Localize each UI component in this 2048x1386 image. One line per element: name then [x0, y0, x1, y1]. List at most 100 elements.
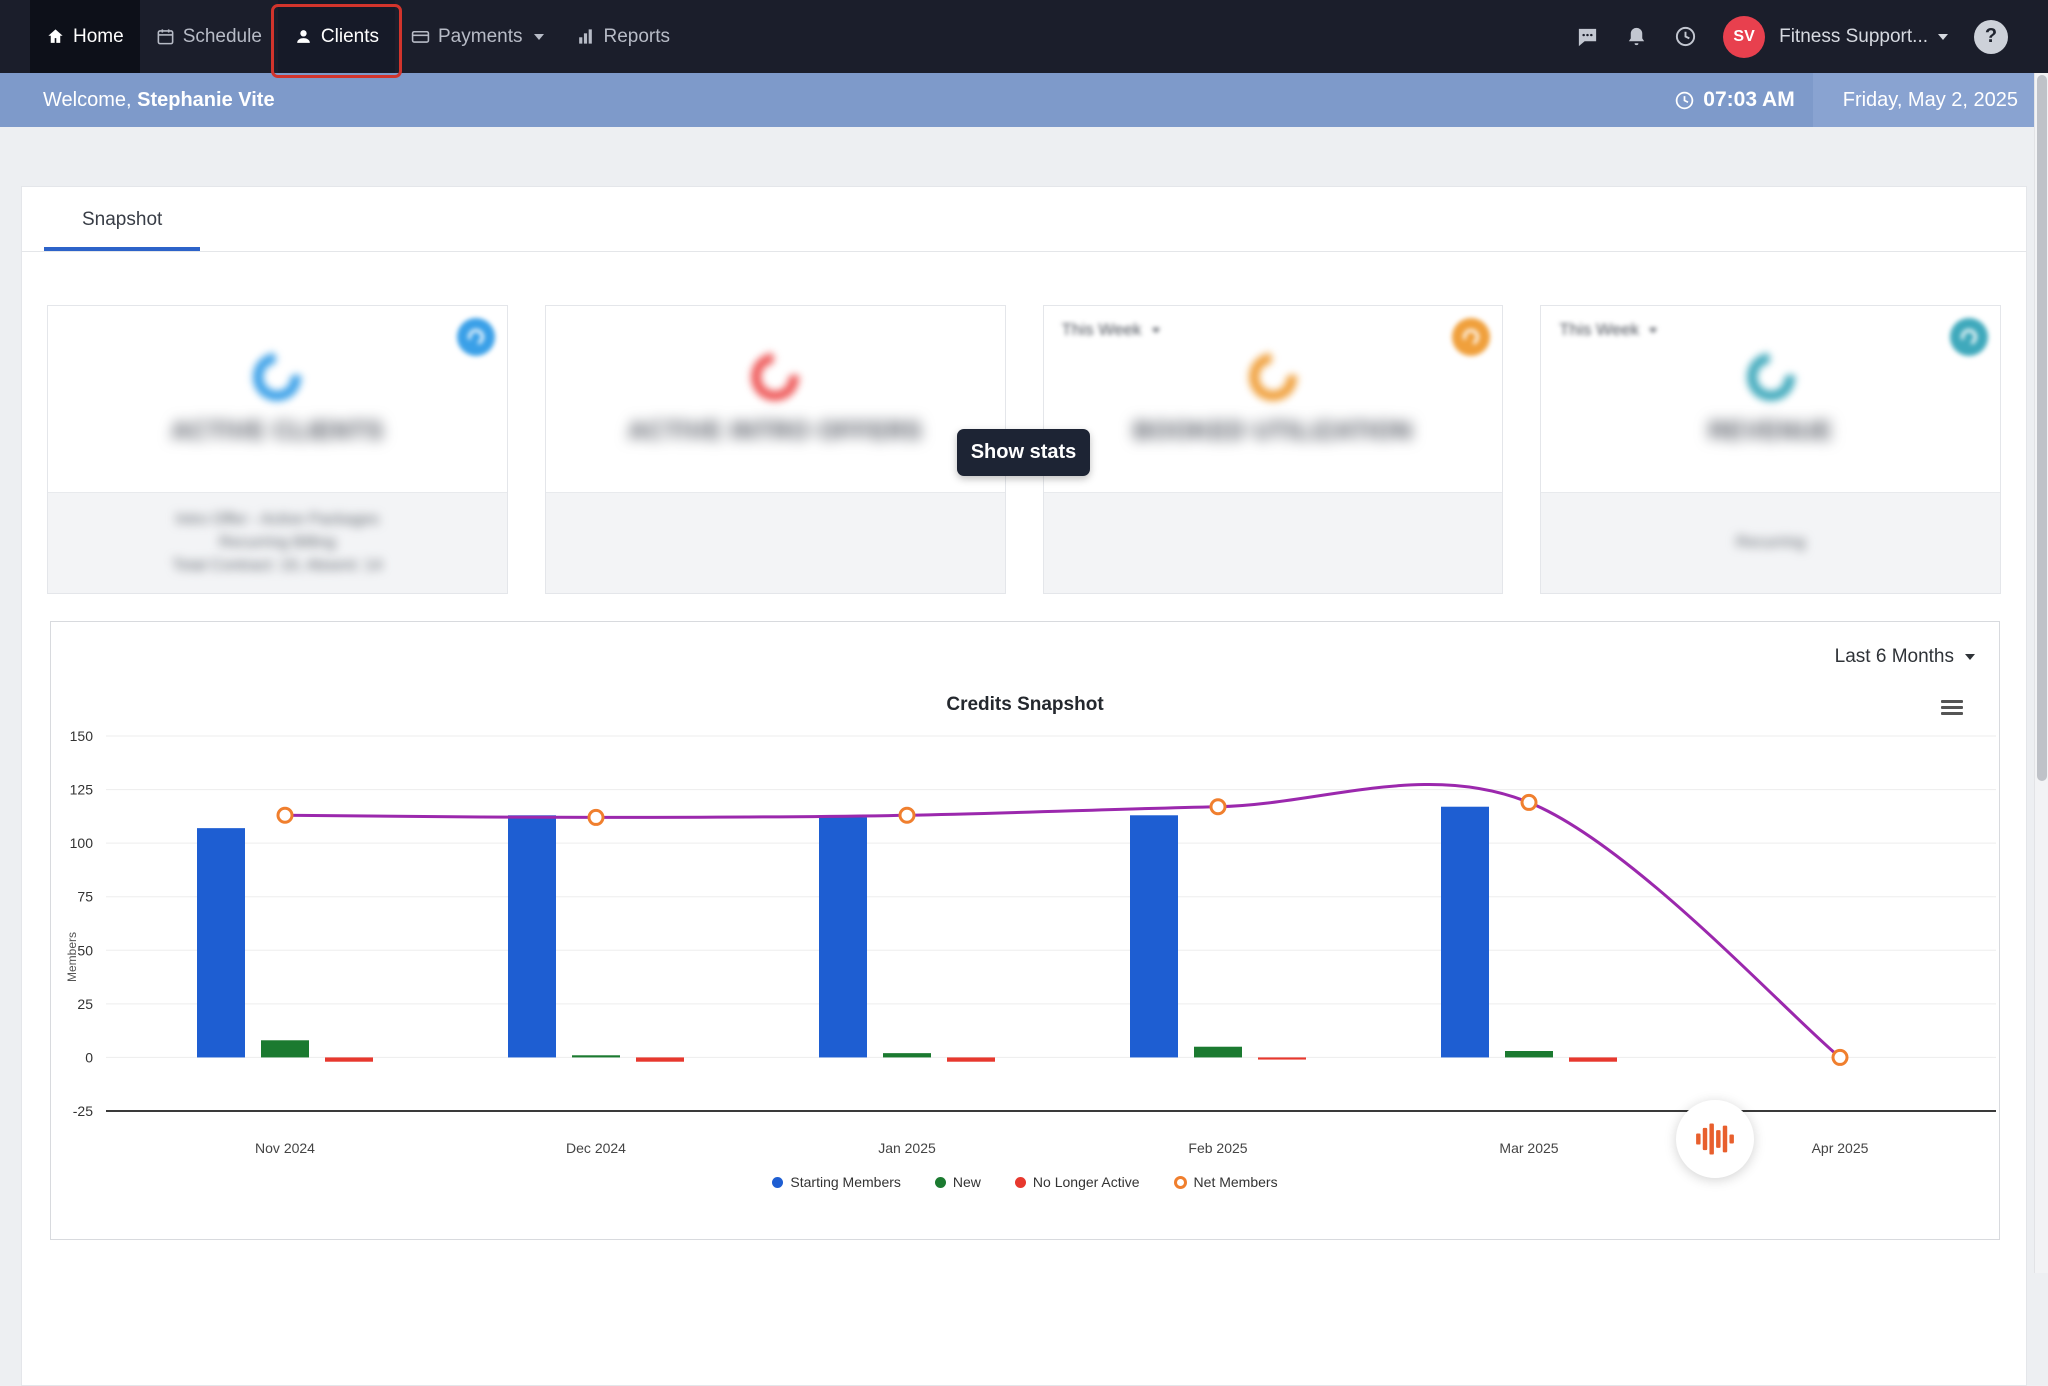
svg-text:Nov 2024: Nov 2024: [255, 1140, 315, 1156]
help-button[interactable]: ?: [1974, 19, 2008, 54]
legend-item[interactable]: Net Members: [1173, 1174, 1278, 1190]
stat-card-title: ACTIVE INTRO OFFERS: [628, 416, 923, 445]
stat-line: Recurring Billing: [219, 534, 336, 551]
stat-line: Total Contract: 19, Absent: 14: [172, 557, 383, 574]
svg-text:50: 50: [77, 942, 93, 958]
welcome-bar-right: 07:03 AM Friday, May 2, 2025: [1674, 73, 2048, 127]
bell-icon[interactable]: [1625, 25, 1648, 48]
nav-item-clients[interactable]: Clients: [270, 0, 402, 78]
stat-card-footer: Recurring: [1541, 492, 2000, 593]
scrollbar-track: [2034, 73, 2048, 1273]
legend-label: No Longer Active: [1032, 1174, 1140, 1190]
donut-chart-icon: [243, 342, 312, 411]
refresh-badge-icon[interactable]: [1950, 318, 1988, 356]
user-avatar[interactable]: SV: [1723, 15, 1766, 58]
svg-text:100: 100: [70, 835, 94, 851]
svg-text:150: 150: [70, 728, 94, 744]
navbar-right: SV Fitness Support... ?: [1576, 0, 2048, 73]
time-text: 07:03 AM: [1703, 88, 1795, 111]
bar-chart-icon: [579, 29, 593, 44]
svg-text:125: 125: [70, 782, 94, 798]
stat-card-booked-utilization: This Week BOOKED UTILIZATION: [1042, 305, 1504, 594]
nav-item-schedule[interactable]: Schedule: [140, 0, 278, 73]
payments-card-icon: [411, 30, 430, 43]
welcome-greeting: Welcome,: [43, 88, 132, 111]
welcome-message: Welcome, Stephanie Vite: [43, 89, 275, 112]
legend-item[interactable]: Starting Members: [772, 1174, 901, 1190]
ring-glyph: [1460, 326, 1482, 348]
legend-dot-icon: [934, 1176, 946, 1188]
person-icon: [297, 30, 310, 43]
account-menu[interactable]: Fitness Support...: [1779, 26, 1948, 48]
welcome-bar: Welcome, Stephanie Vite 07:03 AM Friday,…: [0, 73, 2048, 127]
stat-card-active-clients: ACTIVE CLIENTS Intro Offer - Active Pack…: [47, 305, 508, 594]
svg-text:Dec 2024: Dec 2024: [566, 1140, 626, 1156]
legend-label: New: [952, 1174, 981, 1190]
svg-text:0: 0: [85, 1049, 93, 1065]
tab-snapshot[interactable]: Snapshot: [44, 187, 201, 251]
clock-icon[interactable]: [1674, 25, 1697, 48]
stat-card-title: ACTIVE CLIENTS: [171, 416, 384, 445]
clock-icon: [1676, 91, 1694, 109]
stat-line: Recurring: [1735, 534, 1806, 551]
calendar-icon: [157, 29, 174, 45]
svg-text:Jan 2025: Jan 2025: [878, 1140, 936, 1156]
date-range-selector[interactable]: Last 6 Months: [1835, 646, 1975, 668]
svg-text:Apr 2025: Apr 2025: [1812, 1140, 1869, 1156]
legend-label: Net Members: [1193, 1174, 1278, 1190]
stat-card-upper: This Week BOOKED UTILIZATION: [1044, 306, 1503, 492]
svg-text:-25: -25: [73, 1103, 93, 1119]
refresh-badge-icon[interactable]: [456, 318, 495, 356]
legend-dot-icon: [772, 1176, 784, 1188]
donut-chart-icon: [1239, 342, 1307, 411]
show-stats-button[interactable]: Show stats: [957, 429, 1090, 476]
nav-label: Reports: [603, 25, 671, 47]
nav-label: Payments: [438, 25, 523, 47]
legend-dot-icon: [1014, 1176, 1026, 1188]
period-selector[interactable]: This Week: [1062, 320, 1160, 340]
stat-card-upper: ACTIVE INTRO OFFERS: [546, 306, 1005, 492]
legend-item[interactable]: No Longer Active: [1014, 1174, 1140, 1190]
home-icon: [48, 29, 63, 43]
date-text: Friday, May 2, 2025: [1842, 88, 2018, 111]
nav-label: Home: [73, 25, 124, 47]
svg-text:75: 75: [77, 889, 93, 905]
stat-card-footer: [545, 492, 1005, 593]
stat-card-upper: This Week REVENUE: [1541, 306, 2000, 492]
svg-text:25: 25: [77, 996, 93, 1012]
range-label: Last 6 Months: [1834, 646, 1954, 667]
nav-item-home[interactable]: Home: [30, 0, 140, 73]
current-time: 07:03 AM: [1674, 88, 1795, 112]
tab-row: Snapshot: [22, 187, 2026, 252]
stat-card-upper: ACTIVE CLIENTS: [48, 306, 507, 492]
legend-item[interactable]: New: [934, 1174, 981, 1190]
nav-label: Schedule: [182, 25, 262, 47]
account-name: Fitness Support...: [1779, 25, 1928, 47]
welcome-user-name: Stephanie Vite: [137, 88, 275, 111]
period-selector[interactable]: This Week: [1559, 320, 1658, 340]
period-label: This Week: [1559, 320, 1640, 339]
legend-label: Starting Members: [790, 1174, 901, 1190]
stat-card-active-intro-offers: ACTIVE INTRO OFFERS: [544, 305, 1006, 594]
chevron-down-icon: [534, 33, 545, 40]
chat-icon[interactable]: [1576, 25, 1599, 48]
stat-card-revenue: This Week REVENUE Recurring: [1540, 305, 2001, 594]
credits-snapshot-panel: Last 6 Months Credits Snapshot Members -…: [50, 621, 2000, 1240]
nav-item-reports[interactable]: Reports: [560, 0, 686, 73]
chevron-down-icon: [1965, 654, 1975, 660]
stat-line: Intro Offer - Active Packages: [175, 511, 380, 528]
nav-item-payments[interactable]: Payments: [395, 0, 560, 73]
ring-glyph: [465, 326, 487, 348]
stat-card-footer: [1043, 492, 1503, 593]
svg-text:Mar 2025: Mar 2025: [1499, 1140, 1558, 1156]
scrollbar-thumb[interactable]: [2037, 75, 2047, 781]
legend-ring-icon: [1173, 1175, 1187, 1189]
ring-glyph: [1958, 326, 1980, 348]
refresh-badge-icon[interactable]: [1452, 318, 1491, 356]
svg-text:Feb 2025: Feb 2025: [1188, 1140, 1247, 1156]
top-navbar: Home Schedule Clients Payments Reports S…: [0, 0, 2048, 78]
donut-chart-icon: [741, 342, 809, 411]
chevron-down-icon: [1938, 33, 1948, 40]
chevron-down-icon: [1151, 327, 1160, 333]
chevron-down-icon: [1649, 327, 1658, 333]
